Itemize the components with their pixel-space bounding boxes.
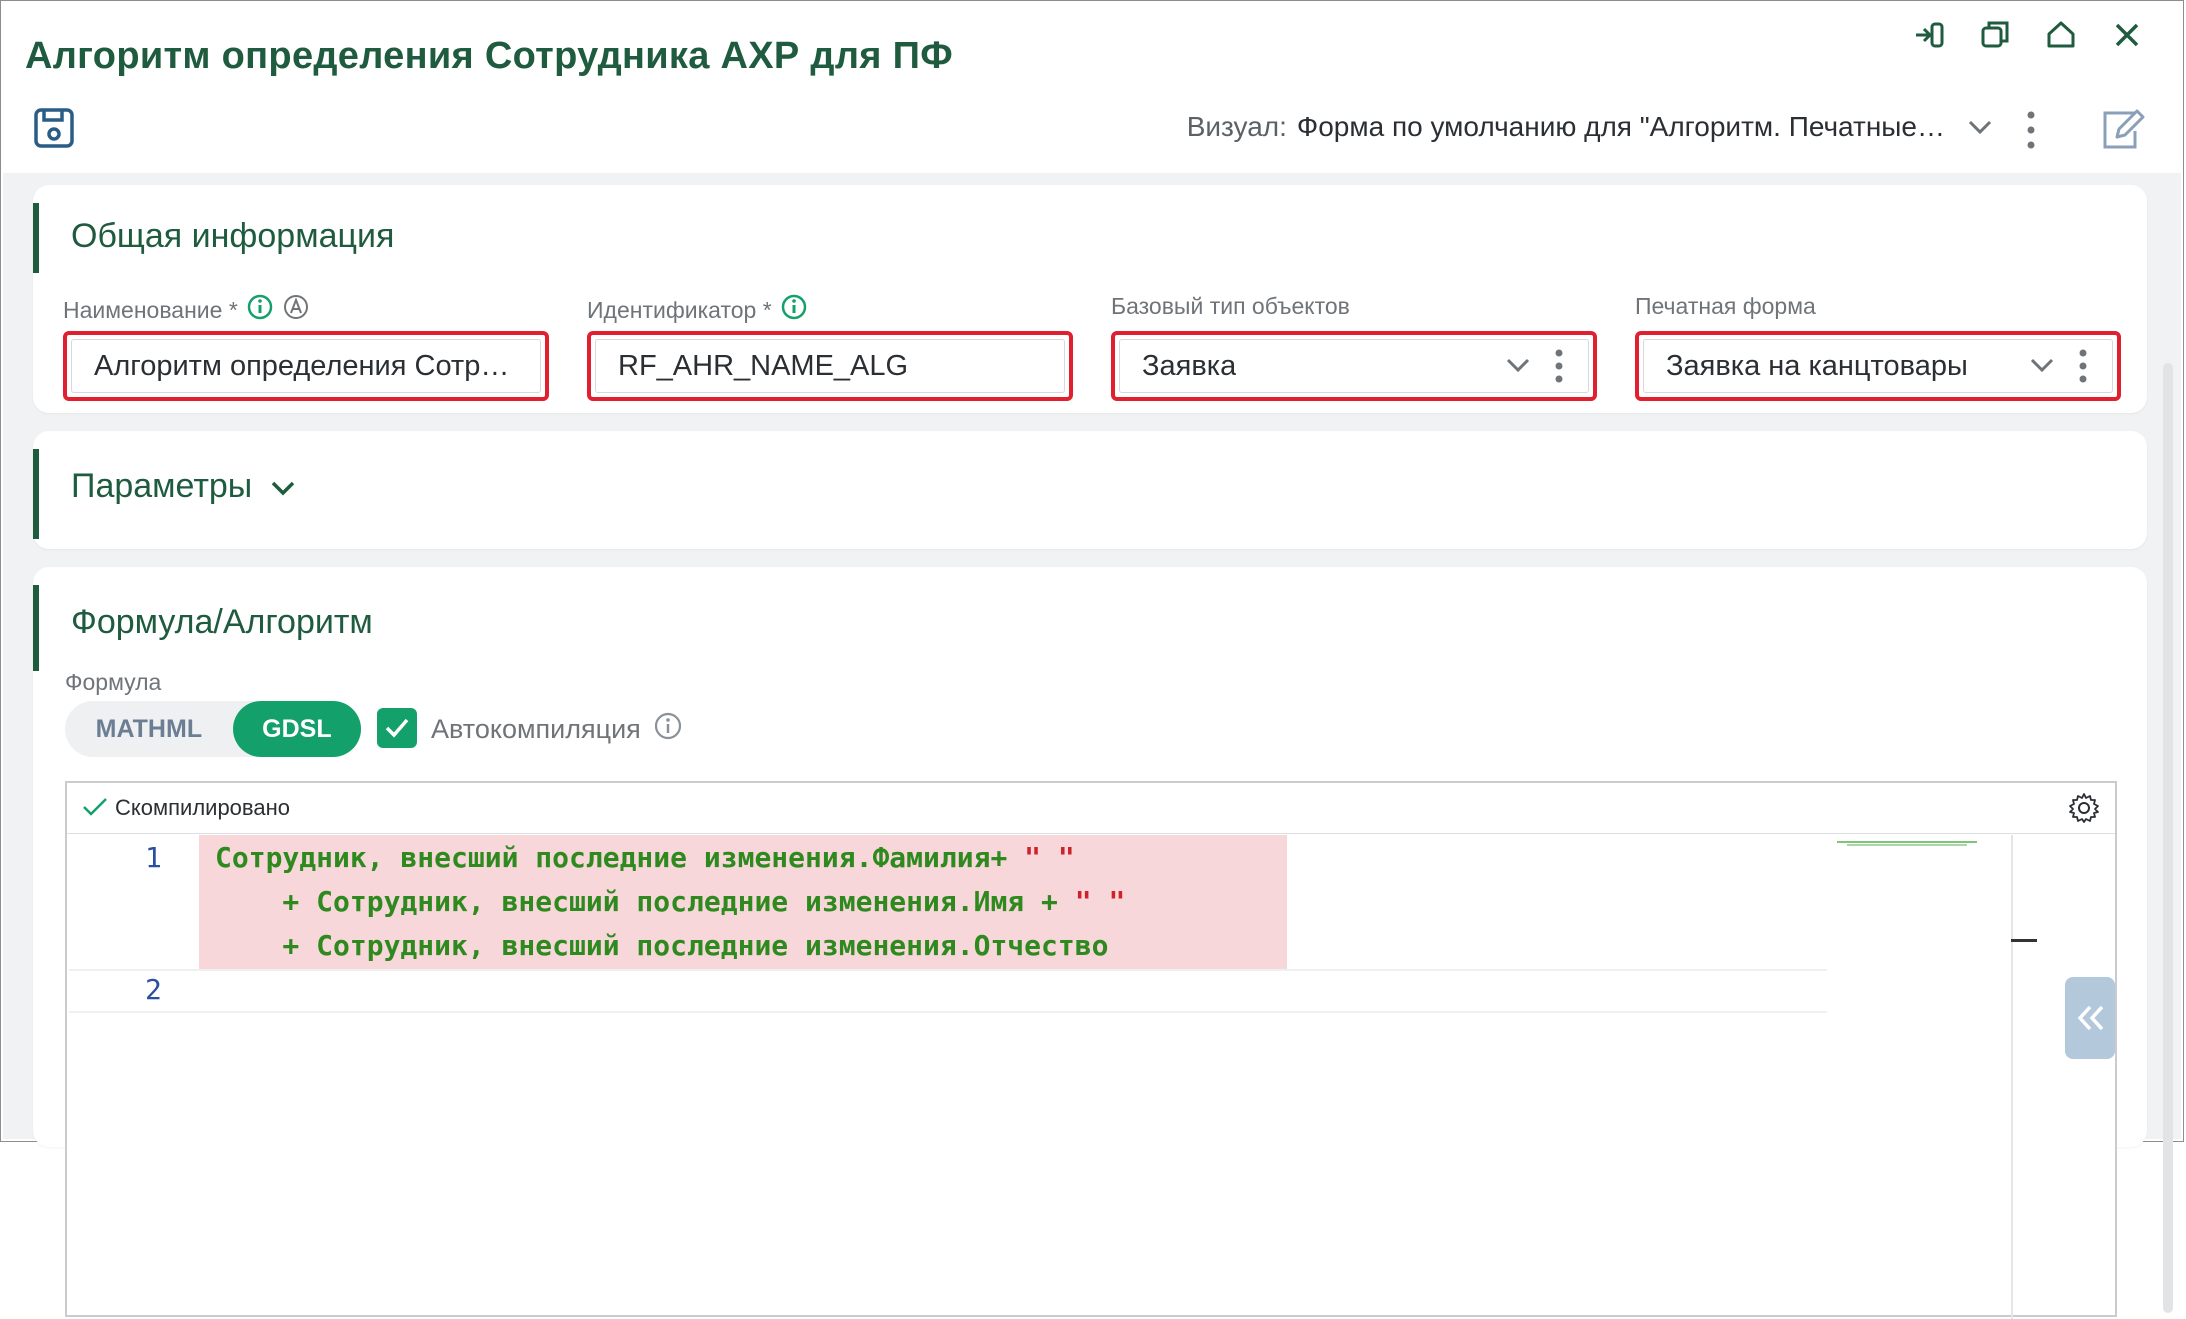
autocompile-checkbox[interactable] <box>377 708 417 748</box>
parameters-header[interactable]: Параметры <box>71 467 296 506</box>
editor-status-bar: Скомпилировано <box>67 783 2115 834</box>
parameters-card[interactable]: Параметры <box>33 431 2147 549</box>
base-type-label: Базовый тип объектов <box>1111 293 1350 320</box>
visual-value: Форма по умолчанию для "Алгоритм. Печатн… <box>1296 111 1945 142</box>
editor-scroll-marker <box>2011 939 2037 942</box>
identifier-label: Идентификатор * <box>587 293 808 327</box>
info-icon[interactable] <box>780 293 808 327</box>
autocompile-label: Автокомпиляция <box>431 711 683 748</box>
content-area: Общая информация Наименование * Алгоритм… <box>3 173 2181 1319</box>
collapse-panel-button[interactable] <box>2065 977 2115 1059</box>
identifier-label-text: Идентификатор * <box>587 296 772 323</box>
chevron-down-icon[interactable] <box>1967 111 1993 143</box>
visual-selector[interactable]: Визуал: Форма по умолчанию для "Алгоритм… <box>1187 111 1993 143</box>
restore-window-icon[interactable] <box>1975 15 2015 55</box>
formula-label: Формула <box>65 669 162 695</box>
general-info-card: Общая информация Наименование * Алгоритм… <box>33 185 2147 413</box>
save-button[interactable] <box>31 105 77 151</box>
code-line[interactable]: + Сотрудник, внесший последние изменения… <box>215 929 1108 962</box>
editor-scrollbar[interactable] <box>2011 835 2013 1319</box>
base-type-value: Заявка <box>1142 349 1237 382</box>
base-type-select[interactable]: Заявка <box>1111 331 1597 401</box>
close-icon[interactable] <box>2107 15 2147 55</box>
scrollbar-thumb[interactable] <box>2163 363 2173 1313</box>
home-icon[interactable] <box>2041 15 2081 55</box>
line-number: 2 <box>145 973 162 1006</box>
formula-title: Формула/Алгоритм <box>71 603 373 641</box>
code-string: " " <box>1024 841 1075 874</box>
gear-icon[interactable] <box>2067 791 2101 825</box>
code-text: + Сотрудник, внесший последние изменения… <box>215 929 1109 962</box>
section-accent-bar <box>33 449 39 539</box>
code-editor[interactable]: Скомпилировано 1 Сотрудник, внесший посл… <box>65 781 2117 1319</box>
info-icon[interactable] <box>246 293 274 327</box>
scrollbar[interactable] <box>2163 363 2175 1313</box>
line-number: 1 <box>145 841 162 874</box>
window: Алгоритм определения Сотрудника АХР для … <box>0 0 2184 1319</box>
print-form-label: Печатная форма <box>1635 293 1816 320</box>
code-line[interactable]: + Сотрудник, внесший последние изменения… <box>215 885 1125 918</box>
formula-mode-toggle[interactable]: MATHML GDSL <box>65 701 361 757</box>
visual-label: Визуал: <box>1186 111 1287 142</box>
base-type-label-text: Базовый тип объектов <box>1111 293 1350 319</box>
tab-gdsl[interactable]: GDSL <box>232 701 361 757</box>
print-form-label-text: Печатная форма <box>1635 293 1816 319</box>
print-form-select[interactable]: Заявка на канцтовары <box>1635 331 2121 401</box>
autocompile-text: Автокомпиляция <box>431 714 641 744</box>
undock-icon[interactable] <box>1909 15 1949 55</box>
tab-mathml[interactable]: MATHML <box>65 701 233 757</box>
more-options-icon[interactable] <box>2079 349 2087 383</box>
edit-form-icon[interactable] <box>2097 105 2147 155</box>
chevron-down-icon[interactable] <box>2029 355 2055 375</box>
auto-translate-icon[interactable] <box>282 293 310 327</box>
chevron-down-icon[interactable] <box>1505 355 1531 375</box>
compile-status: Скомпилировано <box>115 795 290 820</box>
current-line-highlight <box>69 969 1827 1013</box>
page-title: Алгоритм определения Сотрудника АХР для … <box>25 35 953 77</box>
identifier-value: RF_AHR_NAME_ALG <box>618 349 909 382</box>
code-string: " " <box>1074 885 1126 918</box>
parameters-title: Параметры <box>71 467 253 505</box>
general-info-title: Общая информация <box>71 217 395 255</box>
name-label: Наименование * <box>63 293 310 327</box>
info-icon[interactable] <box>653 711 683 748</box>
identifier-field[interactable]: RF_AHR_NAME_ALG <box>587 331 1073 401</box>
window-controls <box>1909 15 2147 55</box>
chevron-down-icon[interactable] <box>270 467 296 506</box>
name-label-text: Наименование * <box>63 296 238 323</box>
code-line[interactable]: Сотрудник, внесший последние изменения.Ф… <box>215 841 1075 874</box>
name-value: Алгоритм определения Сотр… <box>94 349 510 382</box>
more-options-icon[interactable] <box>2023 109 2039 151</box>
check-icon <box>81 795 109 819</box>
more-options-icon[interactable] <box>1555 349 1563 383</box>
code-text: Сотрудник, внесший последние изменения.Ф… <box>215 841 1025 874</box>
print-form-value: Заявка на канцтовары <box>1666 349 1968 382</box>
section-accent-bar <box>33 203 39 273</box>
code-text: + Сотрудник, внесший последние изменения… <box>215 885 1075 918</box>
name-field[interactable]: Алгоритм определения Сотр… <box>63 331 549 401</box>
code-minimap[interactable] <box>1837 835 1977 846</box>
section-accent-bar <box>33 585 39 671</box>
